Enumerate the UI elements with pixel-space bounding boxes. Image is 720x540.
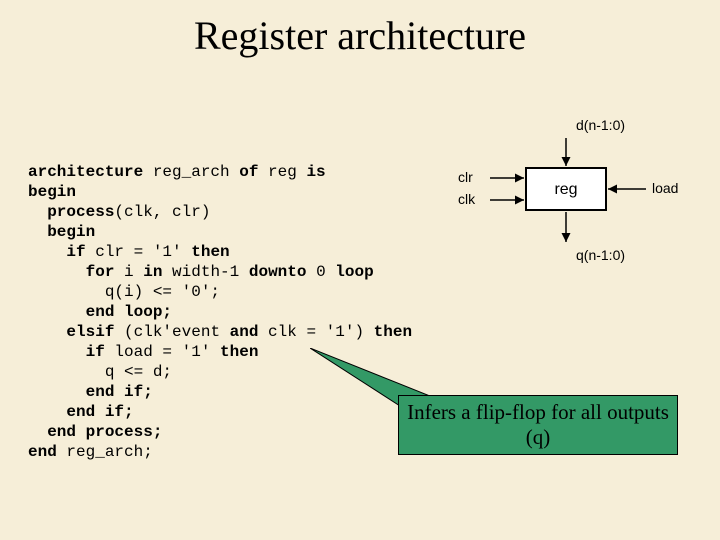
kw: then xyxy=(191,243,229,261)
kw: if xyxy=(86,343,105,361)
kw: end if; xyxy=(66,403,133,421)
t: i xyxy=(114,263,143,281)
kw: begin xyxy=(28,183,76,201)
kw: end process; xyxy=(47,423,162,441)
t: 0 xyxy=(306,263,335,281)
t: q(i) <= '0'; xyxy=(28,283,220,301)
kw: elsif xyxy=(66,323,114,341)
kw: then xyxy=(374,323,412,341)
diagram-clr-label: clr xyxy=(458,169,473,185)
kw: process xyxy=(47,203,114,221)
callout: Infers a flip-flop for all outputs (q) xyxy=(398,395,678,455)
t xyxy=(28,263,86,281)
kw: is xyxy=(306,163,325,181)
kw: of xyxy=(239,163,258,181)
t xyxy=(28,203,47,221)
kw: if xyxy=(66,243,85,261)
t: (clk'event xyxy=(114,323,229,341)
diagram-clk-label: clk xyxy=(458,191,476,207)
kw: architecture xyxy=(28,163,143,181)
kw: end loop; xyxy=(86,303,172,321)
t xyxy=(28,343,86,361)
kw: and xyxy=(230,323,259,341)
t: clr = '1' xyxy=(86,243,192,261)
kw: then xyxy=(220,343,258,361)
kw: in xyxy=(143,263,162,281)
t: clk = '1') xyxy=(258,323,373,341)
register-diagram: reg d(n-1:0) clr clk load q(n-1:0) xyxy=(438,110,708,290)
t: width-1 xyxy=(162,263,248,281)
t: reg xyxy=(258,163,306,181)
kw: end if; xyxy=(86,383,153,401)
t xyxy=(28,383,86,401)
code-block: architecture reg_arch of reg is begin pr… xyxy=(28,162,412,462)
diagram-center: reg xyxy=(554,181,577,198)
t: reg_arch xyxy=(143,163,239,181)
kw: loop xyxy=(335,263,373,281)
t xyxy=(28,303,86,321)
t: q <= d; xyxy=(28,363,172,381)
kw: downto xyxy=(249,263,307,281)
t xyxy=(28,403,66,421)
slide-title: Register architecture xyxy=(0,12,720,59)
t: reg_arch; xyxy=(57,443,153,461)
t xyxy=(28,323,66,341)
diagram-load-label: load xyxy=(652,180,678,196)
kw: begin xyxy=(28,223,95,241)
t: load = '1' xyxy=(105,343,220,361)
diagram-bottom-label: q(n-1:0) xyxy=(576,247,625,263)
kw: end xyxy=(28,443,57,461)
diagram-top-label: d(n-1:0) xyxy=(576,117,625,133)
t: (clk, clr) xyxy=(114,203,210,221)
t xyxy=(28,243,66,261)
kw: for xyxy=(86,263,115,281)
t xyxy=(28,423,47,441)
